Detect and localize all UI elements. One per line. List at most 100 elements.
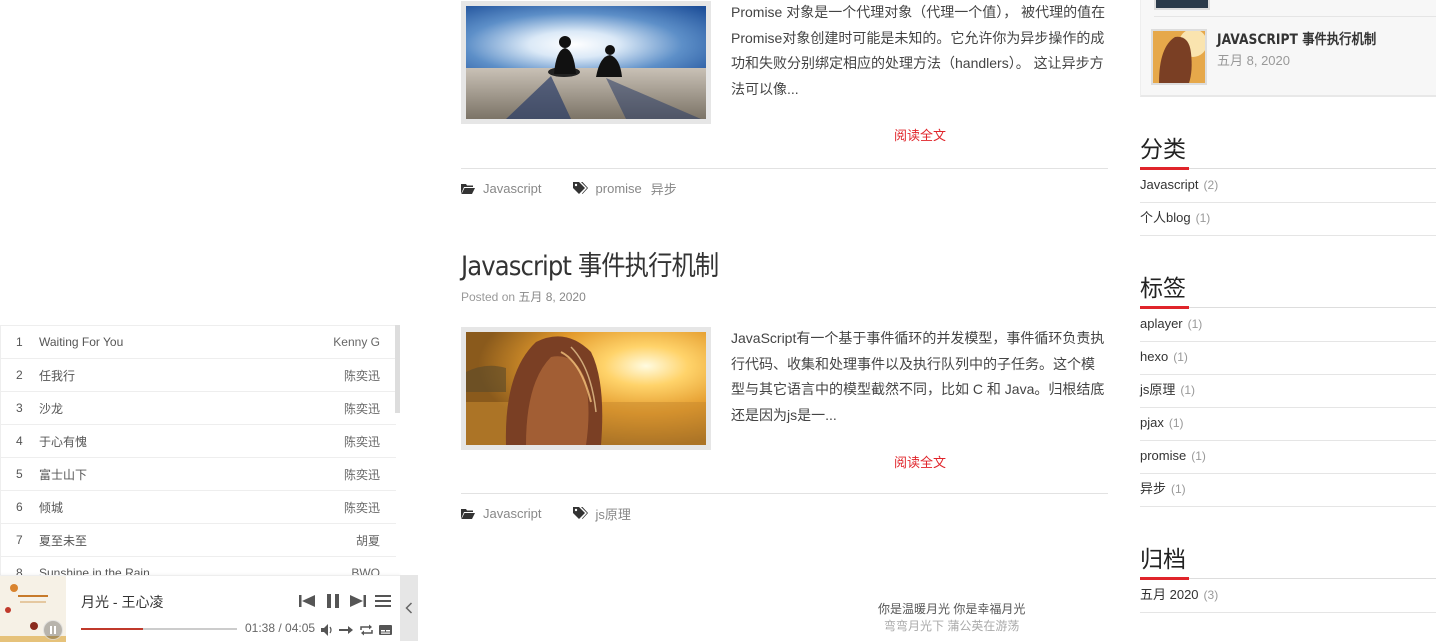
post-thumbnail-promise[interactable]: [461, 1, 711, 124]
post-date-link[interactable]: 五月 8, 2020: [518, 290, 585, 304]
tag-label[interactable]: hexo: [1140, 349, 1168, 364]
tag-item[interactable]: pjax (1): [1140, 408, 1436, 441]
category-link[interactable]: Javascript: [483, 181, 542, 196]
playlist-item[interactable]: 1 Waiting For You Kenny G: [1, 326, 396, 359]
progress-fill: [81, 628, 144, 630]
girl-sunset-thumbnail: [1153, 31, 1205, 83]
count: (1): [1180, 383, 1196, 397]
recent-post-thumbnail[interactable]: [1154, 0, 1210, 10]
playlist-item[interactable]: 3 沙龙 陈奕迅: [1, 392, 396, 425]
tag-link[interactable]: js原理: [596, 504, 631, 523]
tag-label[interactable]: 异步: [1140, 481, 1166, 496]
read-more-link[interactable]: 阅读全文: [894, 125, 946, 144]
category-item[interactable]: 个人blog (1): [1140, 203, 1436, 236]
tag-link[interactable]: promise: [596, 181, 642, 196]
footer-line: 你是温暖月光 你是幸福月光: [878, 602, 1026, 616]
category-item[interactable]: Javascript (2): [1140, 170, 1436, 203]
recent-post-thumbnail[interactable]: [1151, 29, 1207, 85]
progress-bar[interactable]: [81, 628, 237, 630]
track-artist: 陈奕迅: [343, 467, 380, 482]
tag-label[interactable]: js原理: [1140, 382, 1175, 397]
recent-post-title[interactable]: JAVASCRIPT 事件执行机制: [1217, 29, 1376, 49]
tag-link[interactable]: 异步: [651, 179, 677, 198]
next-track-icon[interactable]: [350, 594, 366, 608]
pause-icon[interactable]: [326, 594, 340, 608]
tag-item[interactable]: hexo (1): [1140, 342, 1436, 375]
post-meta: Javascript promise 异步: [461, 179, 686, 198]
count: (2): [1203, 178, 1219, 192]
posted-label: Posted on: [461, 290, 516, 304]
categories-list: Javascript (2) 个人blog (1): [1140, 170, 1436, 236]
track-number: 6: [16, 500, 23, 514]
playlist-item[interactable]: 6 倾城 陈奕迅: [1, 491, 396, 524]
player-collapse-toggle[interactable]: [400, 575, 418, 641]
tag-item[interactable]: 异步 (1): [1140, 474, 1436, 507]
folder-open-icon: [461, 508, 475, 519]
chevron-left-icon: [405, 602, 413, 614]
post-excerpt: JavaScript有一个基于事件循环的并发模型，事件循环负责执行代码、收集和处…: [731, 330, 1105, 423]
tags-list: aplayer (1) hexo (1) js原理 (1) pjax (1) promi…: [1140, 309, 1436, 507]
tag-item[interactable]: js原理 (1): [1140, 375, 1436, 408]
playlist-item[interactable]: 5 富士山下 陈奕迅: [1, 458, 396, 491]
track-title: 任我行: [39, 368, 76, 383]
tag-label[interactable]: promise: [1140, 448, 1186, 463]
track-title: 富士山下: [39, 467, 88, 482]
post-date: Posted on 五月 8, 2020: [461, 288, 586, 305]
previous-track-icon[interactable]: [299, 594, 315, 608]
playlist-item[interactable]: 7 夏至未至 胡夏: [1, 524, 396, 557]
volume-icon[interactable]: [321, 624, 333, 636]
divider: [461, 493, 1108, 494]
loop-icon[interactable]: [360, 624, 373, 636]
category-link[interactable]: Javascript: [483, 506, 542, 521]
heading-underline: [1140, 306, 1436, 309]
playlist-scrollbar[interactable]: [395, 325, 400, 413]
recent-posts-widget: JAVASCRIPT 事件执行机制 五月 8, 2020: [1140, 0, 1436, 97]
archive-list: 五月 2020 (3): [1140, 580, 1436, 613]
count: (3): [1203, 588, 1219, 602]
playlist-item[interactable]: 4 于心有愧 陈奕迅: [1, 425, 396, 458]
girl-sunset-image: [466, 332, 706, 445]
pause-overlay-icon[interactable]: [43, 620, 63, 640]
archive-heading: 归档: [1140, 546, 1186, 572]
tags-icon: [572, 507, 588, 519]
track-title: 沙龙: [39, 401, 64, 416]
category-label[interactable]: 个人blog: [1140, 210, 1191, 225]
tag-item[interactable]: aplayer (1): [1140, 309, 1436, 342]
count: (1): [1195, 211, 1211, 225]
recent-post-date: 五月 8, 2020: [1217, 53, 1290, 68]
track-number: 3: [16, 401, 23, 415]
tags-icon: [572, 182, 588, 194]
heading-underline: [1140, 167, 1436, 170]
post-title[interactable]: Javascript 事件执行机制: [461, 244, 719, 283]
playlist-item[interactable]: 8 Sunshine in the Rain BWO: [1, 557, 396, 576]
track-number: 4: [16, 434, 23, 448]
count: (1): [1191, 449, 1206, 463]
menu-icon[interactable]: [375, 594, 391, 608]
count: (1): [1171, 482, 1186, 496]
heading-underline: [1140, 577, 1436, 580]
track-artist: 陈奕迅: [343, 401, 380, 416]
tag-label[interactable]: pjax: [1140, 415, 1164, 430]
album-cover[interactable]: [0, 576, 66, 642]
categories-heading: 分类: [1140, 136, 1186, 162]
music-player: 1 Waiting For You Kenny G 2 任我行 陈奕迅 3 沙龙 陈奕迅 4…: [0, 325, 418, 642]
track-title: Waiting For You: [39, 335, 124, 349]
archive-label[interactable]: 五月 2020: [1140, 587, 1199, 602]
read-more-link[interactable]: 阅读全文: [894, 452, 946, 471]
tag-item[interactable]: promise (1): [1140, 441, 1436, 474]
tag-label[interactable]: aplayer: [1140, 316, 1183, 331]
lyrics-icon[interactable]: [379, 624, 392, 636]
category-label[interactable]: Javascript: [1140, 177, 1199, 192]
track-number: 5: [16, 467, 23, 481]
playlist-item[interactable]: 2 任我行 陈奕迅: [1, 359, 396, 392]
post-thumbnail-event-loop[interactable]: [461, 327, 711, 450]
track-number: 1: [16, 335, 23, 349]
count: (1): [1187, 317, 1203, 331]
playlist[interactable]: 1 Waiting For You Kenny G 2 任我行 陈奕迅 3 沙龙 陈奕迅 4…: [0, 325, 396, 576]
play-order-icon[interactable]: [339, 624, 353, 636]
track-artist: 胡夏: [355, 533, 380, 548]
archive-item[interactable]: 五月 2020 (3): [1140, 580, 1436, 613]
beach-silhouette-image: [466, 6, 706, 119]
divider: [1154, 16, 1436, 17]
track-title: 倾城: [39, 500, 64, 515]
